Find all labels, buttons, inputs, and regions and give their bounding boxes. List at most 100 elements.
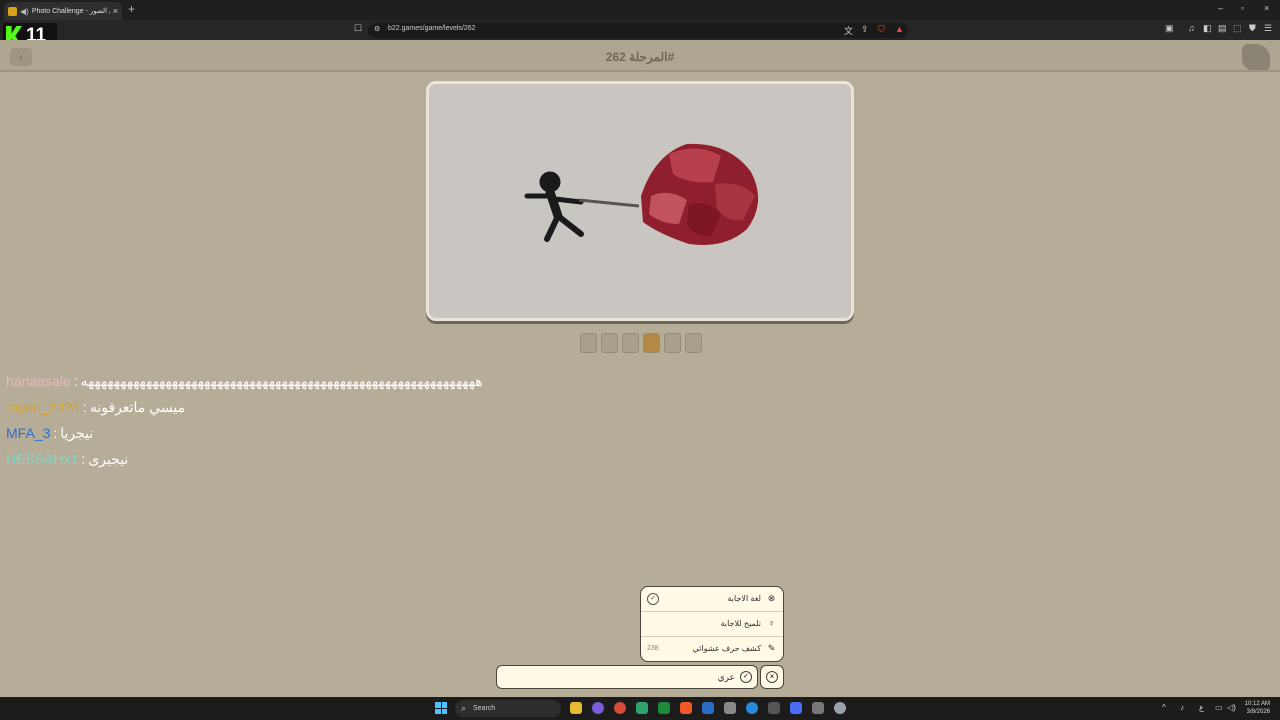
- brave-shield-icon[interactable]: ⛉: [878, 24, 885, 35]
- chat-message: rayan_2424 : ميسي ماتعرفونه: [6, 394, 483, 420]
- close-window-button[interactable]: ×: [1264, 3, 1269, 13]
- volume-icon[interactable]: ◁): [1227, 703, 1236, 712]
- clock-date: 3/8/2026: [1246, 709, 1270, 715]
- chevron-up-icon[interactable]: ^: [1162, 703, 1166, 712]
- tab-title: Photo Challenge - تحدي الصور: [31, 8, 110, 15]
- letter-slot[interactable]: [580, 333, 597, 353]
- speaker-icon[interactable]: ◀): [20, 7, 29, 16]
- level-title: المرحلة 262#: [605, 50, 675, 64]
- chat-separator: :: [53, 425, 58, 441]
- game-logo-icon[interactable]: [1242, 44, 1270, 70]
- app-icon[interactable]: [790, 702, 802, 714]
- pencil-icon: ✎: [767, 643, 776, 653]
- app-icon[interactable]: [812, 702, 824, 714]
- vpn-icon[interactable]: ⛊: [1249, 23, 1256, 34]
- wallet-icon[interactable]: ▤: [1218, 23, 1227, 34]
- split-view-icon[interactable]: ◧: [1203, 23, 1212, 34]
- language-indicator[interactable]: ع: [1199, 703, 1204, 712]
- letter-slot[interactable]: [664, 333, 681, 353]
- brave-rewards-icon[interactable]: ▲: [895, 24, 904, 34]
- lightbulb-icon: ♀: [768, 618, 775, 628]
- hint-label: لغة الاجابة: [727, 594, 762, 603]
- puzzle-image-card: [426, 81, 854, 321]
- hint-menu: ✓ لغة الاجابة ⊗ تلميح للاجابة ♀ 238 كشف …: [640, 586, 784, 662]
- browser-tabstrip: ◀) Photo Challenge - تحدي الصور × + – ▫ …: [0, 0, 1280, 20]
- app-icon[interactable]: [702, 702, 714, 714]
- app-icon[interactable]: [724, 702, 736, 714]
- minimize-button[interactable]: –: [1218, 3, 1223, 13]
- clock-time: 10:12 AM: [1244, 701, 1270, 707]
- taskbar-search-label: Search: [473, 705, 496, 712]
- url-text: b22.games/game/levels/262: [388, 25, 476, 32]
- translate-icon[interactable]: 文: [844, 24, 853, 37]
- chat-text: ميسي ماتعرفونه: [89, 398, 186, 415]
- chat-separator: :: [73, 373, 78, 389]
- brave-icon[interactable]: [680, 702, 692, 714]
- stick-figure-icon: [524, 171, 584, 242]
- media-icon[interactable]: ♫: [1188, 23, 1195, 33]
- file-explorer-icon[interactable]: [570, 702, 582, 714]
- tab-close-icon[interactable]: ×: [113, 6, 118, 16]
- bookmark-icon[interactable]: ☐: [354, 23, 362, 34]
- chat-separator: :: [82, 399, 87, 415]
- letter-slot[interactable]: [685, 333, 702, 353]
- app-icon[interactable]: [768, 702, 780, 714]
- hint-cost: 238: [647, 645, 659, 652]
- app-icon[interactable]: [636, 702, 648, 714]
- share-icon[interactable]: ⇪: [861, 24, 869, 35]
- chrome-icon[interactable]: [614, 702, 626, 714]
- globe-icon: ⊗: [767, 593, 776, 603]
- app-icon[interactable]: [592, 702, 604, 714]
- puzzle-illustration: [524, 143, 759, 245]
- game-header: ‹ المرحلة 262#: [0, 40, 1280, 72]
- tab-photo-challenge[interactable]: ◀) Photo Challenge - تحدي الصور ×: [4, 2, 122, 20]
- taskbar-search[interactable]: ⌕ Search: [455, 700, 561, 717]
- network-icon[interactable]: ▭: [1215, 703, 1223, 712]
- sidebar-icon[interactable]: ▣: [1165, 23, 1174, 34]
- chat-overlay: hanaasale : هههههههههههههههههههههههههههه…: [6, 368, 483, 472]
- windows-taskbar: ⌕ Search ^ ♪ ع ▭ ◁) 10:12 AM 3/8/2026: [0, 697, 1280, 720]
- mic-icon[interactable]: ♪: [1180, 703, 1184, 712]
- letter-slot[interactable]: [622, 333, 639, 353]
- chat-username: rayan_2424: [6, 399, 80, 415]
- chat-username: hanaasale: [6, 373, 71, 389]
- hint-reveal-letter[interactable]: 238 كشف حرف عشوائي ✎: [641, 637, 783, 661]
- rope-line: [578, 198, 640, 208]
- letter-slot-active[interactable]: [643, 333, 660, 353]
- close-circle-icon: ×: [766, 671, 778, 683]
- edge-icon[interactable]: [746, 702, 758, 714]
- hint-label: كشف حرف عشوائي: [692, 644, 761, 653]
- xbox-icon[interactable]: [658, 702, 670, 714]
- hint-label: تلميح للاجابة: [720, 619, 761, 628]
- answer-input[interactable]: عري ✓: [496, 665, 758, 689]
- chat-text: هههههههههههههههههههههههههههههههههههههههه…: [80, 372, 483, 389]
- extensions-icon[interactable]: ⬚: [1233, 23, 1242, 34]
- new-tab-button[interactable]: +: [128, 2, 135, 16]
- letter-slots: [580, 333, 702, 353]
- answer-text: عري: [717, 672, 735, 682]
- menu-icon[interactable]: ☰: [1264, 23, 1272, 34]
- submit-check-icon[interactable]: ✓: [740, 671, 752, 683]
- site-info-icon[interactable]: ⚙: [374, 25, 380, 33]
- settings-icon[interactable]: [834, 702, 846, 714]
- chat-separator: :: [81, 451, 86, 467]
- browser-toolbar: ☐ ⚙ b22.games/game/levels/262 文 ⇪ ⛉ ▲ ▣ …: [0, 20, 1280, 40]
- check-circle-icon: ✓: [647, 593, 659, 605]
- maximize-button[interactable]: ▫: [1241, 3, 1244, 13]
- meat-chunk-icon: [641, 143, 759, 245]
- taskbar-clock[interactable]: 10:12 AM 3/8/2026: [1245, 700, 1270, 716]
- chat-text: نيجريا: [60, 424, 94, 441]
- search-icon: ⌕: [461, 703, 467, 713]
- chat-message: MFA_3 : نيجريا: [6, 420, 483, 446]
- hint-answer-language[interactable]: ✓ لغة الاجابة ⊗: [641, 587, 783, 612]
- windows-start-icon[interactable]: [435, 702, 447, 714]
- chat-message: HESSAHx1 : نيجيرى: [6, 446, 483, 472]
- chat-username: MFA_3: [6, 425, 51, 441]
- address-bar[interactable]: ⚙ b22.games/game/levels/262 文 ⇪ ⛉ ▲: [368, 23, 908, 38]
- letter-slot[interactable]: [601, 333, 618, 353]
- chat-username: HESSAHx1: [6, 451, 79, 467]
- site-favicon-icon: [8, 6, 17, 16]
- hint-clue[interactable]: تلميح للاجابة ♀: [641, 612, 783, 637]
- chat-text: نيجيرى: [88, 450, 129, 467]
- hint-toggle-button[interactable]: ×: [760, 665, 784, 689]
